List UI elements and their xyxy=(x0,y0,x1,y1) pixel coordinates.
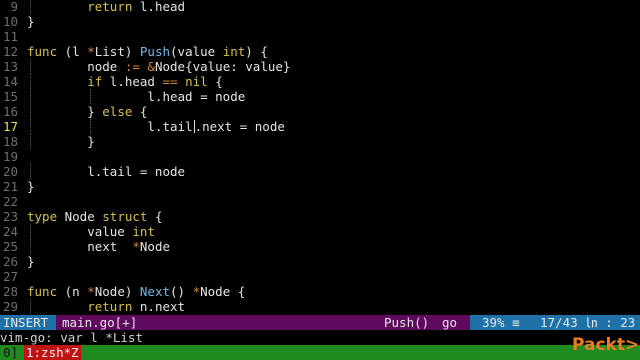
code-text: l.head = node xyxy=(27,89,246,104)
code-editor[interactable]: 9 return l.head 10} 11 12 func (l *List) Pus… xyxy=(0,0,640,314)
filetype-label: go xyxy=(442,315,458,330)
code-text: } xyxy=(27,179,35,194)
code-text: l.tail .next = node xyxy=(27,119,285,134)
line-number: 15 xyxy=(2,89,18,104)
tmux-session-label: 0] xyxy=(3,345,19,360)
code-text: l.tail = node xyxy=(27,164,186,179)
line-number: 19 xyxy=(2,149,18,164)
line-number: 23 xyxy=(2,209,18,224)
filename-label: main.go[+] xyxy=(62,315,138,330)
code-text: next *Node xyxy=(27,239,170,254)
line-number: 16 xyxy=(2,104,18,119)
code-line[interactable]: 19 xyxy=(0,149,640,164)
code-text: type Node struct { xyxy=(27,209,163,224)
code-line[interactable]: 22 xyxy=(0,194,640,209)
code-text: } xyxy=(27,134,95,149)
scroll-percent: 39% ≡ xyxy=(482,315,520,330)
tmux-window-tab[interactable]: 1:zsh*Z xyxy=(24,345,81,360)
line-number: 26 xyxy=(2,254,18,269)
line-number: 20 xyxy=(2,164,18,179)
line-number: 24 xyxy=(2,224,18,239)
vim-statusline: INSERT main.go[+] Push() go 39% ≡ 17/43 … xyxy=(0,315,640,330)
code-line[interactable]: 14 if l.head == nil { xyxy=(0,74,640,89)
code-line[interactable]: 15 l.head = node xyxy=(0,89,640,104)
line-number: 21 xyxy=(2,179,18,194)
current-function-label: Push() xyxy=(384,315,430,330)
line-number: 22 xyxy=(2,194,18,209)
code-text: if l.head == nil { xyxy=(87,74,223,89)
code-text: func (n *Node) Next() *Node { xyxy=(27,284,246,299)
line-number: 14 xyxy=(2,74,18,89)
code-line[interactable]: 21} xyxy=(0,179,640,194)
code-line[interactable]: 17 l.tail .next = node xyxy=(0,119,640,134)
code-line[interactable]: 18 } xyxy=(0,134,640,149)
line-number: 29 xyxy=(2,299,18,314)
code-line[interactable]: 23 type Node struct { xyxy=(0,209,640,224)
line-number: 25 xyxy=(2,239,18,254)
line-number: 18 xyxy=(2,134,18,149)
line-number: 13 xyxy=(2,59,18,74)
code-line[interactable]: 29 return n.next xyxy=(0,299,640,314)
line-number: 27 xyxy=(2,269,18,284)
code-line[interactable]: 27 xyxy=(0,269,640,284)
code-line[interactable]: 28 func (n *Node) Next() *Node { xyxy=(0,284,640,299)
packt-logo: Packt> xyxy=(572,335,640,355)
line-number: 17 xyxy=(2,119,18,134)
code-text: return l.head xyxy=(87,0,186,14)
code-text: } xyxy=(27,254,35,269)
code-text: } else { xyxy=(27,104,148,119)
line-column-indicator: 17/43 ㏑ : 23 xyxy=(540,315,636,330)
command-line[interactable]: vim-go: var l *List xyxy=(0,330,640,345)
code-line[interactable]: 9 return l.head xyxy=(0,0,640,14)
line-number: 12 xyxy=(2,44,18,59)
line-number: 11 xyxy=(2,29,18,44)
code-text: func (l *List) Push(value int) { xyxy=(27,44,268,59)
code-line[interactable]: 25 next *Node xyxy=(0,239,640,254)
code-text: return n.next xyxy=(87,299,186,314)
tmux-statusbar: 0] 1:zsh*Z xyxy=(0,345,640,360)
code-text: } xyxy=(27,14,35,29)
code-text: node := &Node{value: value} xyxy=(27,59,291,74)
code-line[interactable]: 16 } else { xyxy=(0,104,640,119)
code-line[interactable]: 13 node := &Node{value: value} xyxy=(0,59,640,74)
code-line[interactable]: 12 func (l *List) Push(value int) { xyxy=(0,44,640,59)
line-number: 10 xyxy=(2,14,18,29)
code-line[interactable]: 20 l.tail = node xyxy=(0,164,640,179)
code-line[interactable]: 24 value int xyxy=(0,224,640,239)
code-line[interactable]: 10} xyxy=(0,14,640,29)
text-cursor xyxy=(193,120,195,133)
code-line[interactable]: 11 xyxy=(0,29,640,44)
mode-indicator: INSERT xyxy=(0,315,56,330)
code-text: value int xyxy=(27,224,155,239)
line-number: 28 xyxy=(2,284,18,299)
code-line[interactable]: 26} xyxy=(0,254,640,269)
line-number: 9 xyxy=(10,0,18,14)
